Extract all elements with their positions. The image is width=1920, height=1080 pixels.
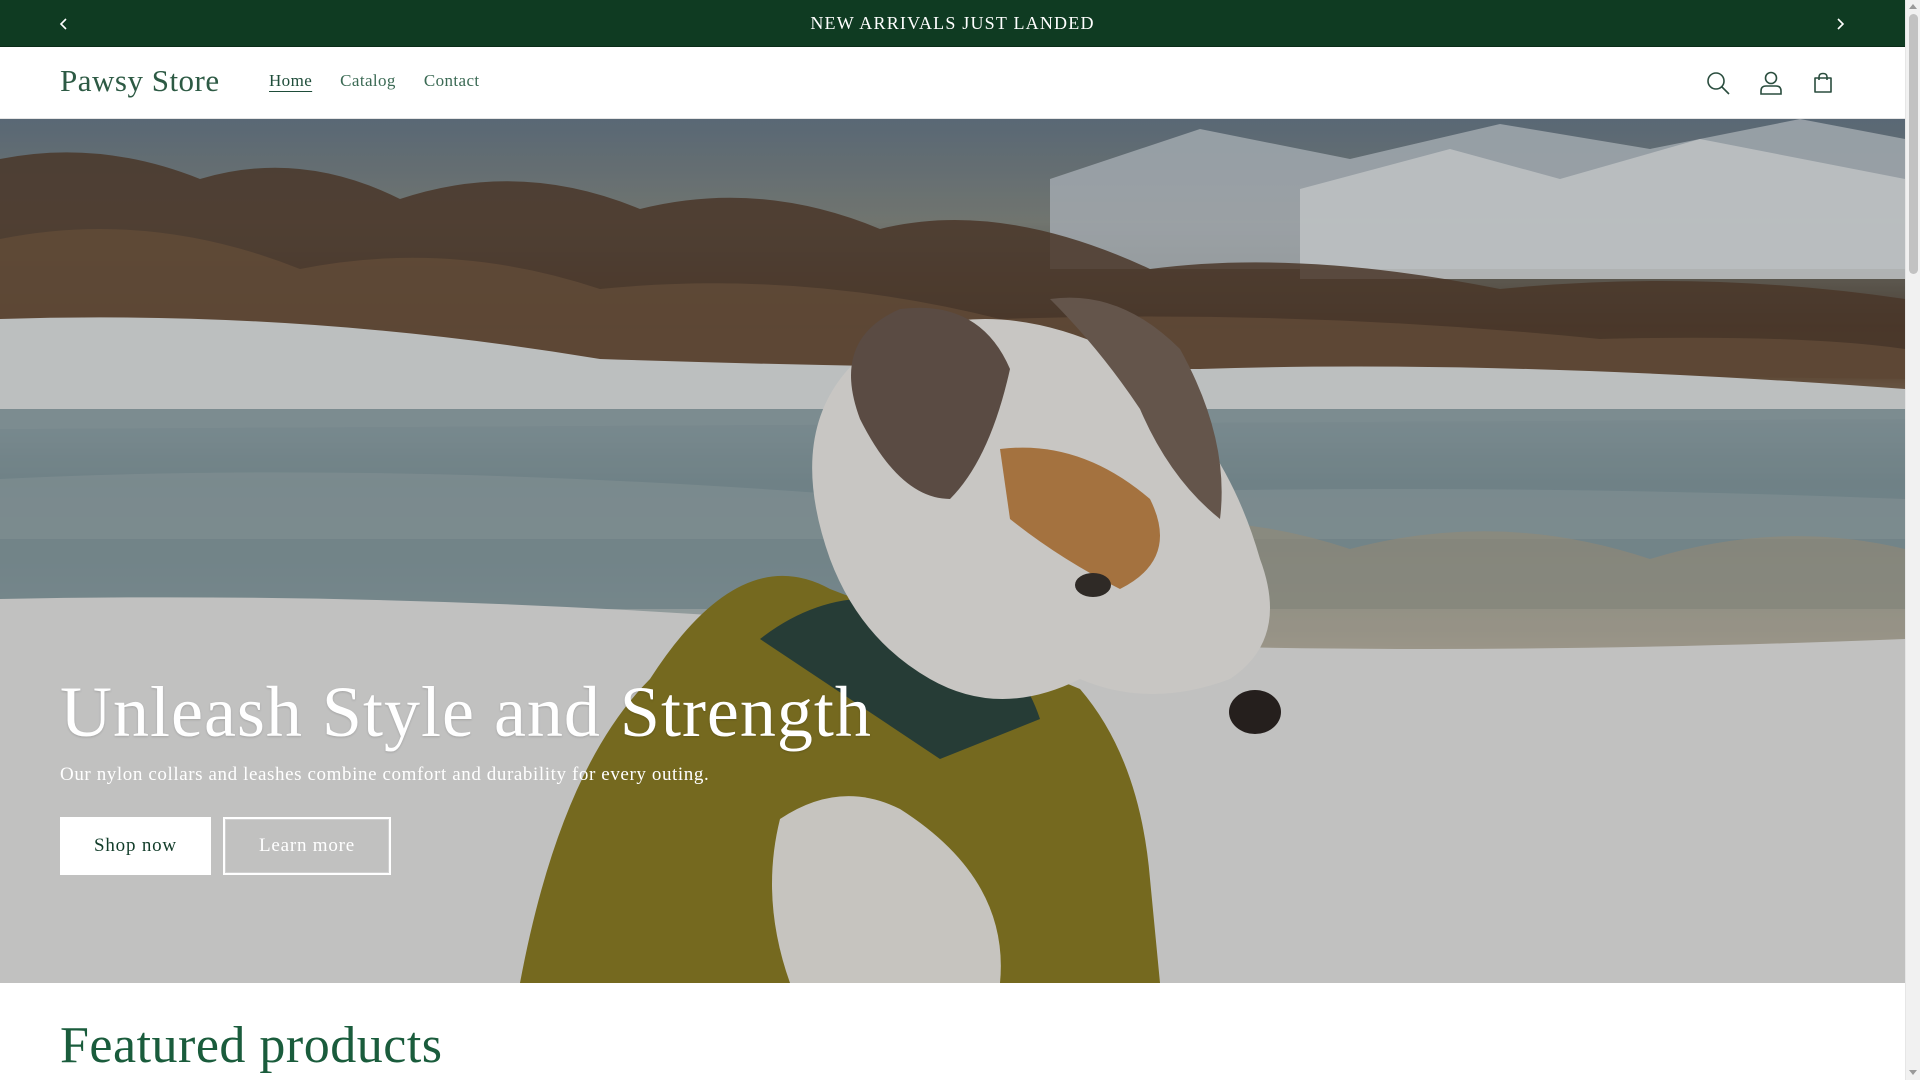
site-header: Pawsy Store Home Catalog Contact — [0, 47, 1905, 119]
shop-now-button[interactable]: Shop now — [60, 817, 211, 875]
cart-button[interactable] — [1803, 63, 1843, 103]
scroll-up-icon[interactable] — [1909, 4, 1917, 9]
hero-title: Unleash Style and Strength — [60, 672, 872, 752]
learn-more-button[interactable]: Learn more — [223, 817, 391, 875]
cart-icon — [1814, 72, 1832, 93]
announcement-prev-button[interactable] — [44, 0, 84, 47]
scrollbar-thumb[interactable] — [1909, 14, 1918, 274]
search-icon — [1707, 72, 1730, 95]
featured-products-heading: Featured products — [60, 1017, 443, 1074]
announcement-text: NEW ARRIVALS JUST LANDED — [810, 12, 1095, 33]
announcement-next-button[interactable] — [1820, 0, 1860, 47]
nav-item-catalog[interactable]: Catalog — [326, 71, 410, 91]
main-nav: Home Catalog Contact — [255, 71, 494, 91]
announcement-bar: NEW ARRIVALS JUST LANDED — [0, 0, 1905, 47]
nav-item-home[interactable]: Home — [255, 71, 326, 91]
search-button[interactable] — [1698, 63, 1738, 103]
page-scrollbar[interactable] — [1905, 0, 1920, 1080]
hero-banner: Unleash Style and Strength Our nylon col… — [0, 119, 1905, 983]
account-icon — [1760, 71, 1782, 95]
nav-item-contact[interactable]: Contact — [410, 71, 494, 91]
account-button[interactable] — [1751, 63, 1791, 103]
chevron-left-icon — [59, 17, 67, 30]
chevron-right-icon — [1837, 17, 1845, 30]
hero-subtitle: Our nylon collars and leashes combine co… — [60, 764, 710, 785]
store-logo[interactable]: Pawsy Store — [60, 63, 220, 99]
scroll-down-icon[interactable] — [1909, 1070, 1917, 1075]
